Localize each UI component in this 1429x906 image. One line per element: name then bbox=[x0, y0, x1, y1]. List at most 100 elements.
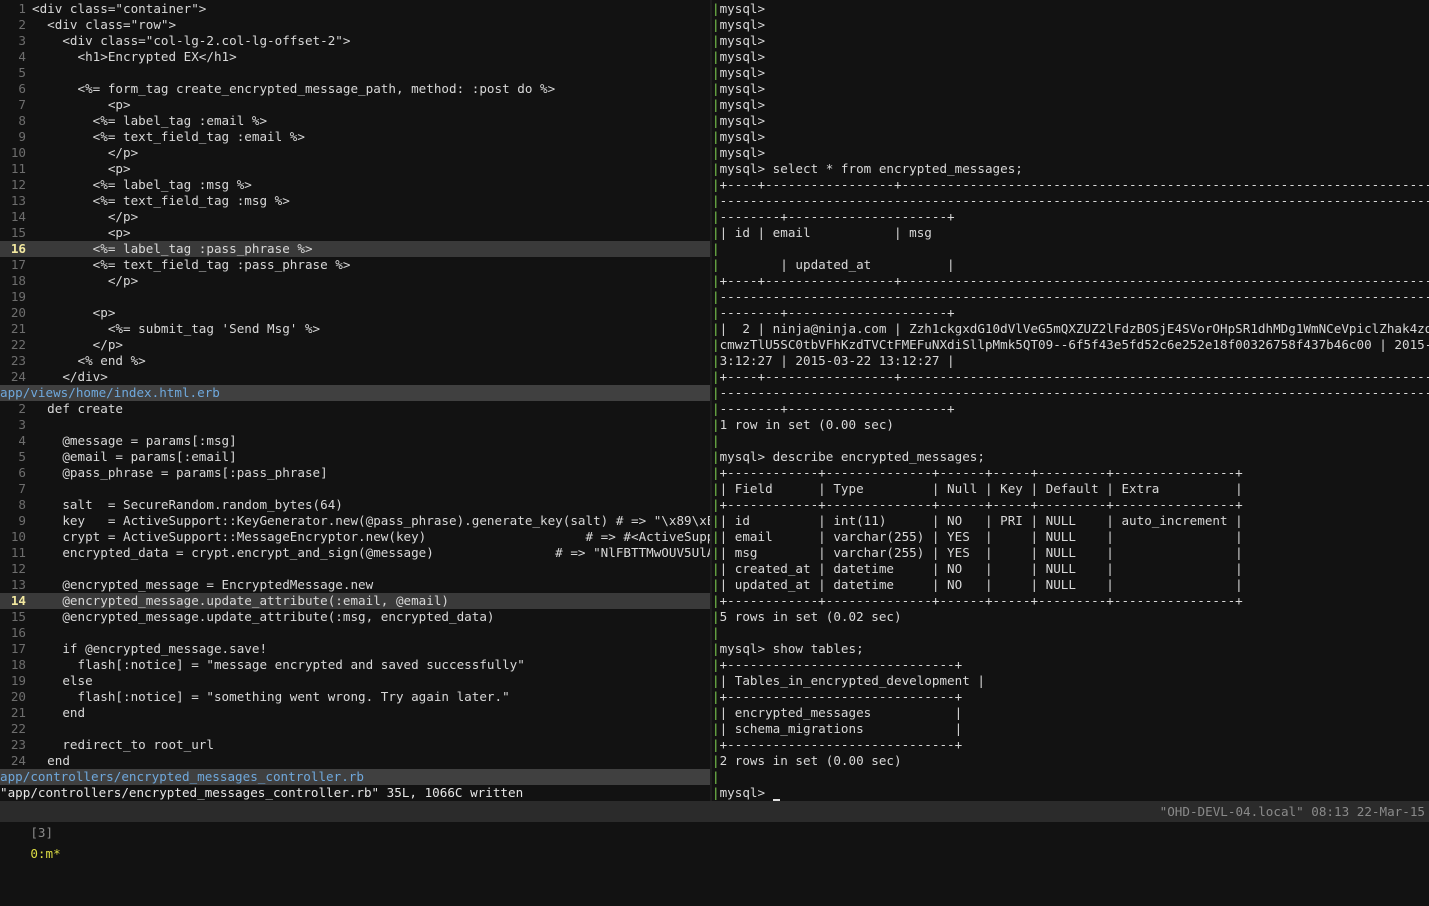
terminal-line: |+------------+--------------+------+---… bbox=[712, 465, 1429, 481]
code-line[interactable]: 4 @message = params[:msg] bbox=[0, 433, 712, 449]
code-line[interactable]: 9 <%= text_field_tag :email %> bbox=[0, 129, 712, 145]
line-number: 4 bbox=[18, 433, 26, 448]
code-line[interactable]: 5 @email = params[:email] bbox=[0, 449, 712, 465]
pane-border-char: | bbox=[712, 769, 720, 784]
code-line[interactable]: 21 <%= submit_tag 'Send Msg' %> bbox=[0, 321, 712, 337]
code-line[interactable]: 11 <p> bbox=[0, 161, 712, 177]
terminal-line: |mysql> select * from encrypted_messages… bbox=[712, 161, 1429, 177]
tmux-host-clock: "OHD-DEVL-04.local" 08:13 22-Mar-15 bbox=[1159, 804, 1425, 819]
line-number: 17 bbox=[10, 641, 26, 656]
code-text: flash[:notice] = "message encrypted and … bbox=[32, 657, 525, 672]
code-line[interactable]: 6 <%= form_tag create_encrypted_message_… bbox=[0, 81, 712, 97]
code-line[interactable]: 12 <%= label_tag :msg %> bbox=[0, 177, 712, 193]
code-line[interactable]: 12 bbox=[0, 561, 712, 577]
line-number: 23 bbox=[10, 353, 26, 368]
controller-editor[interactable]: 2 def create 3 4 @message = params[:msg] 5 … bbox=[0, 401, 712, 769]
code-text: @encrypted_message.update_attribute(:msg… bbox=[32, 609, 495, 624]
code-text: encrypted_data = crypt.encrypt_and_sign(… bbox=[32, 545, 712, 560]
code-line[interactable]: 14 </p> bbox=[0, 209, 712, 225]
tmux-active-window[interactable]: 0:m* bbox=[30, 846, 60, 861]
code-line[interactable]: 13 @encrypted_message = EncryptedMessage… bbox=[0, 577, 712, 593]
code-text: salt = SecureRandom.random_bytes(64) bbox=[32, 497, 343, 512]
view-editor[interactable]: 1 <div class="container"> 2 <div class="ro… bbox=[0, 1, 712, 385]
code-line[interactable]: 14 @encrypted_message.update_attribute(:… bbox=[0, 593, 712, 609]
mysql-output[interactable]: |mysql> |mysql> |mysql> |mysql> |mysql> |mysq… bbox=[712, 1, 1429, 801]
code-line[interactable]: 20 flash[:notice] = "something went wron… bbox=[0, 689, 712, 705]
terminal-text: | created_at | datetime | NO | | NULL | … bbox=[719, 561, 1243, 576]
code-text: @encrypted_message = EncryptedMessage.ne… bbox=[32, 577, 374, 592]
code-line[interactable]: 16 bbox=[0, 625, 712, 641]
code-line[interactable]: 8 salt = SecureRandom.random_bytes(64) bbox=[0, 497, 712, 513]
terminal-text: | msg | varchar(255) | YES | | NULL | | bbox=[719, 545, 1243, 560]
code-line[interactable]: 11 encrypted_data = crypt.encrypt_and_si… bbox=[0, 545, 712, 561]
code-line[interactable]: 21 end bbox=[0, 705, 712, 721]
terminal-line: |1 row in set (0.00 sec) bbox=[712, 417, 1429, 433]
terminal-line: |mysql> bbox=[712, 65, 1429, 81]
pane-border-char: | bbox=[712, 673, 720, 688]
pane-border-char: | bbox=[712, 209, 720, 224]
code-line[interactable]: 18 flash[:notice] = "message encrypted a… bbox=[0, 657, 712, 673]
pane-border-char: | bbox=[712, 369, 720, 384]
terminal-text: | id | email | msg bbox=[719, 225, 932, 240]
code-line[interactable]: 8 <%= label_tag :email %> bbox=[0, 113, 712, 129]
code-line[interactable]: 23 <% end %> bbox=[0, 353, 712, 369]
line-number: 12 bbox=[10, 177, 26, 192]
code-line[interactable]: 3 bbox=[0, 417, 712, 433]
code-line[interactable]: 23 redirect_to root_url bbox=[0, 737, 712, 753]
code-text: crypt = ActiveSupport::MessageEncryptor.… bbox=[32, 529, 712, 544]
pane-border-char: | bbox=[712, 65, 720, 80]
code-line[interactable]: 17 if @encrypted_message.save! bbox=[0, 641, 712, 657]
terminal-line: |mysql> bbox=[712, 97, 1429, 113]
code-line[interactable]: 19 bbox=[0, 289, 712, 305]
terminal-text: +------------------------------+ bbox=[719, 657, 963, 672]
code-line[interactable]: 7 bbox=[0, 481, 712, 497]
code-line[interactable]: 19 else bbox=[0, 673, 712, 689]
code-line[interactable]: 10 crypt = ActiveSupport::MessageEncrypt… bbox=[0, 529, 712, 545]
terminal-text: ----------------------------------------… bbox=[719, 193, 1429, 208]
terminal-text: mysql> show tables; bbox=[719, 641, 864, 656]
code-line[interactable]: 18 </p> bbox=[0, 273, 712, 289]
code-text: <% end %> bbox=[32, 353, 146, 368]
code-line[interactable]: 16 <%= label_tag :pass_phrase %> bbox=[0, 241, 712, 257]
code-text: else bbox=[32, 673, 93, 688]
code-line[interactable]: 15 @encrypted_message.update_attribute(:… bbox=[0, 609, 712, 625]
vim-command-line[interactable]: "app/controllers/encrypted_messages_cont… bbox=[0, 785, 712, 801]
code-line[interactable]: 24 </div> bbox=[0, 369, 712, 385]
code-line[interactable]: 13 <%= text_field_tag :msg %> bbox=[0, 193, 712, 209]
terminal-line: |+----+-----------------+---------------… bbox=[712, 369, 1429, 385]
pane-border-char: | bbox=[712, 465, 720, 480]
line-number: 4 bbox=[18, 49, 26, 64]
code-line[interactable]: 4 <h1>Encrypted EX</h1> bbox=[0, 49, 712, 65]
code-line[interactable]: 20 <p> bbox=[0, 305, 712, 321]
pane-border-char: | bbox=[712, 321, 720, 336]
terminal-text: +------------+--------------+------+----… bbox=[719, 593, 1243, 608]
code-text: <%= label_tag :pass_phrase %> bbox=[32, 241, 313, 256]
code-line[interactable]: 3 <div class="col-lg-2.col-lg-offset-2"> bbox=[0, 33, 712, 49]
code-line[interactable]: 10 </p> bbox=[0, 145, 712, 161]
pane-border-char: | bbox=[712, 417, 720, 432]
code-text: end bbox=[32, 753, 70, 768]
code-line[interactable]: 2 <div class="row"> bbox=[0, 17, 712, 33]
pane-border-char: | bbox=[712, 577, 720, 592]
code-line[interactable]: 15 <p> bbox=[0, 225, 712, 241]
pane-border-char: | bbox=[712, 113, 720, 128]
terminal-text: | Field | Type | Null | Key | Default | … bbox=[719, 481, 1243, 496]
line-number: 13 bbox=[10, 193, 26, 208]
mysql-pane[interactable]: |mysql> |mysql> |mysql> |mysql> |mysql> |mysq… bbox=[712, 1, 1429, 801]
code-line[interactable]: 22 </p> bbox=[0, 337, 712, 353]
code-line[interactable]: 5 bbox=[0, 65, 712, 81]
code-line[interactable]: 1 <div class="container"> bbox=[0, 1, 712, 17]
code-line[interactable]: 2 def create bbox=[0, 401, 712, 417]
vim-pane[interactable]: 1 <div class="container"> 2 <div class="ro… bbox=[0, 1, 712, 801]
code-line[interactable]: 6 @pass_phrase = params[:pass_phrase] bbox=[0, 465, 712, 481]
code-line[interactable]: 24 end bbox=[0, 753, 712, 769]
line-number: 19 bbox=[10, 673, 26, 688]
code-line[interactable]: 9 key = ActiveSupport::KeyGenerator.new(… bbox=[0, 513, 712, 529]
code-line[interactable]: 17 <%= text_field_tag :pass_phrase %> bbox=[0, 257, 712, 273]
code-line[interactable]: 7 <p> bbox=[0, 97, 712, 113]
code-text: <p> bbox=[32, 225, 131, 240]
terminal-text: | schema_migrations | bbox=[719, 721, 963, 736]
terminal-line: |---------------------------------------… bbox=[712, 193, 1429, 209]
pane-border-char: | bbox=[712, 385, 720, 400]
code-line[interactable]: 22 bbox=[0, 721, 712, 737]
